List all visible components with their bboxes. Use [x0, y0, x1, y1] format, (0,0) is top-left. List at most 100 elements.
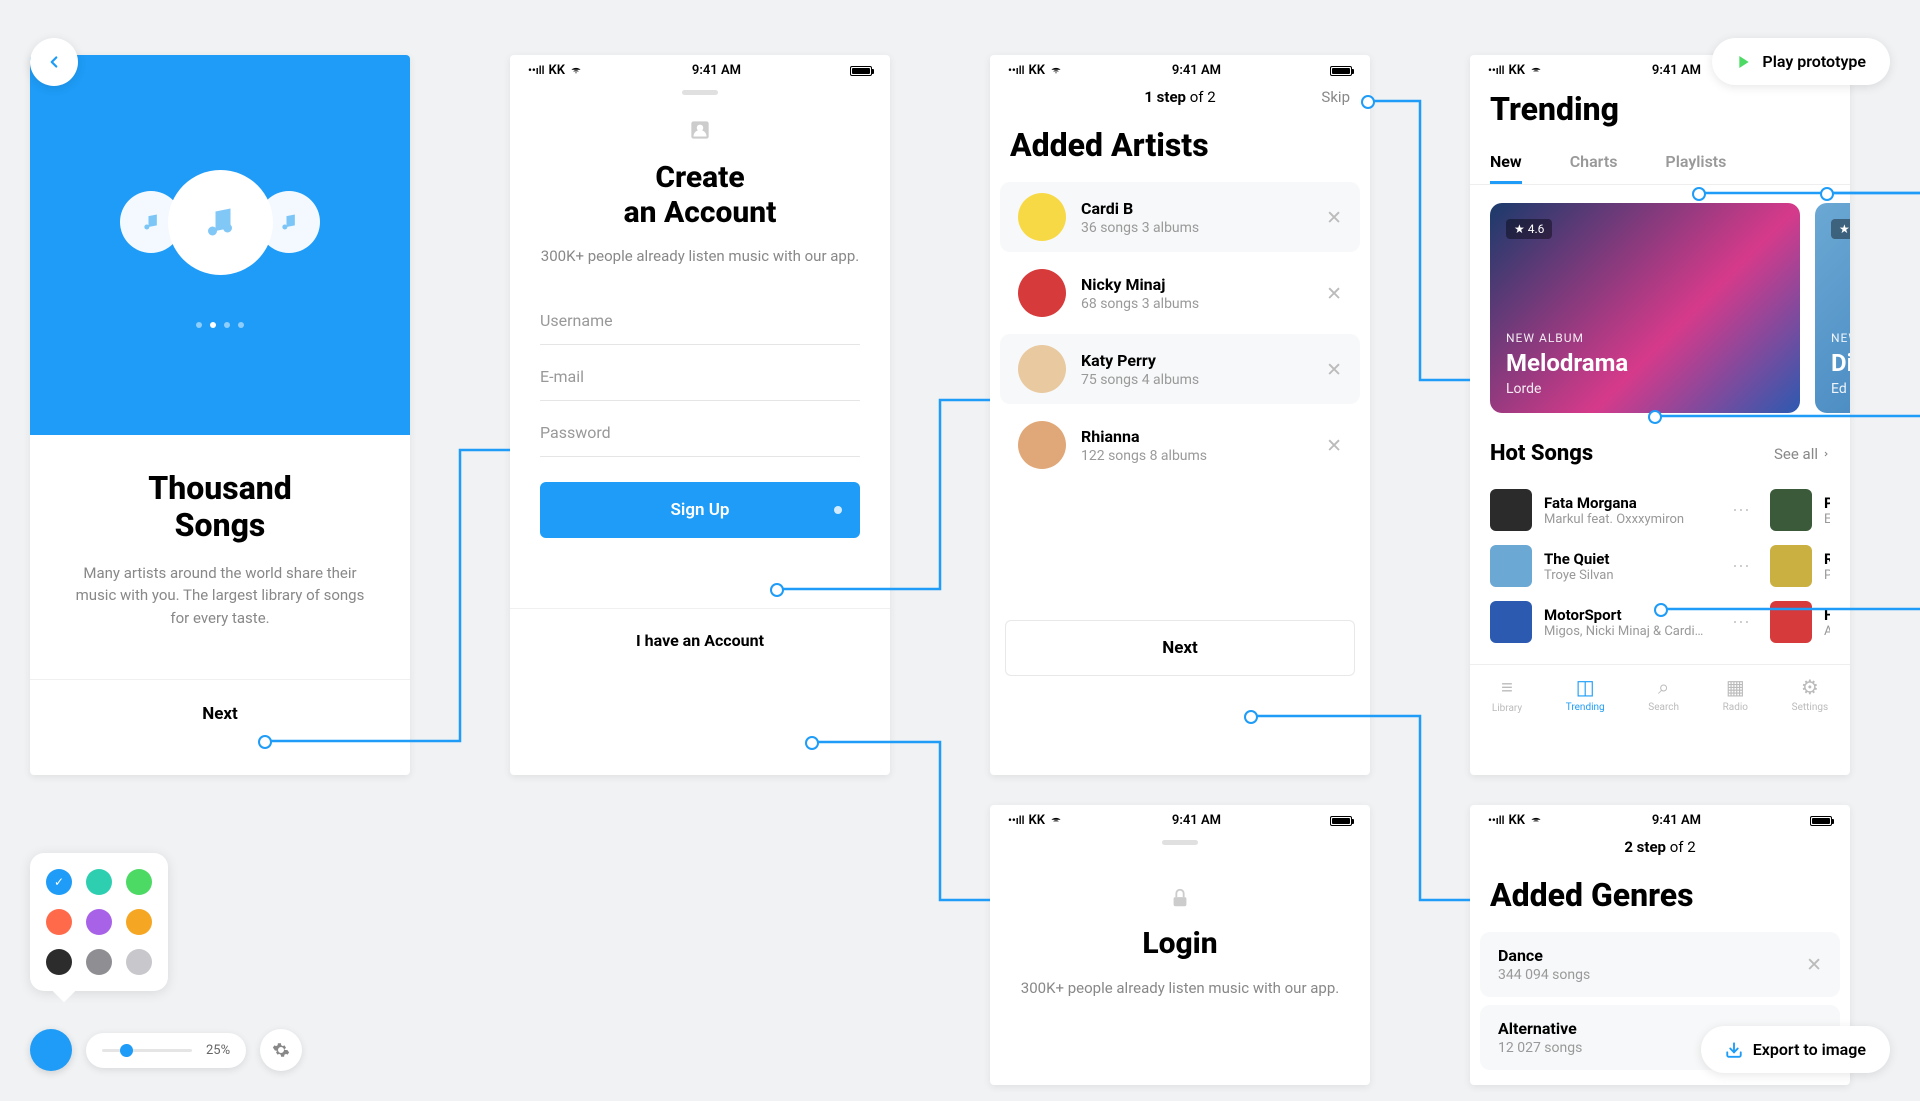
- song-artist: Troye Silvan: [1544, 568, 1720, 583]
- create-account-title: Create an Account: [540, 161, 860, 230]
- artist-row[interactable]: Katy Perry 75 songs 4 albums ✕: [1000, 334, 1360, 404]
- page-dots: [196, 322, 244, 328]
- nav-library[interactable]: ≡Library: [1492, 675, 1522, 714]
- nav-settings[interactable]: ⚙Settings: [1792, 675, 1829, 714]
- password-input[interactable]: Password: [540, 409, 860, 457]
- drag-handle[interactable]: [1162, 840, 1198, 845]
- remove-artist-button[interactable]: ✕: [1326, 282, 1342, 305]
- wifi-icon: [1049, 816, 1063, 826]
- onboarding-hero: [30, 55, 410, 435]
- added-artists-title: Added Artists: [990, 118, 1370, 182]
- export-label: Export to image: [1753, 1040, 1866, 1059]
- genre-name: Alternative: [1498, 1019, 1582, 1038]
- prototype-hotspot[interactable]: [1654, 603, 1668, 617]
- sign-up-button[interactable]: Sign Up: [540, 482, 860, 538]
- wifi-icon: [569, 66, 583, 76]
- remove-artist-button[interactable]: ✕: [1326, 358, 1342, 381]
- remove-artist-button[interactable]: ✕: [1326, 434, 1342, 457]
- genre-name: Dance: [1498, 946, 1590, 965]
- color-swatch[interactable]: [46, 909, 72, 935]
- export-button[interactable]: Export to image: [1701, 1026, 1890, 1073]
- album-card[interactable]: ★ 4.0 NEW Div Ed: [1815, 203, 1850, 413]
- tab-charts[interactable]: Charts: [1570, 142, 1618, 184]
- color-picker-button[interactable]: [30, 1029, 72, 1071]
- step-header: 2 step of 2: [1470, 832, 1850, 868]
- prototype-hotspot[interactable]: [1820, 187, 1834, 201]
- color-swatch[interactable]: [46, 949, 72, 975]
- back-button[interactable]: [30, 38, 78, 86]
- song-row[interactable]: MotorSport Migos, Nicki Minaj & Cardi… ⋯: [1490, 594, 1750, 650]
- color-swatch[interactable]: [86, 909, 112, 935]
- genre-meta: 12 027 songs: [1498, 1040, 1582, 1056]
- color-swatch[interactable]: ✓: [46, 869, 72, 895]
- artist-row[interactable]: Nicky Minaj 68 songs 3 albums ✕: [1000, 258, 1360, 328]
- genre-row[interactable]: Dance 344 094 songs ✕: [1480, 932, 1840, 997]
- song-name: The Quiet: [1544, 550, 1720, 568]
- album-card[interactable]: ★ 4.6 NEW ALBUM Melodrama Lorde: [1490, 203, 1800, 413]
- gear-icon: ⚙: [1801, 675, 1819, 699]
- signal-icon: ••ıll: [528, 64, 544, 77]
- next-button[interactable]: Next: [30, 679, 410, 748]
- song-row[interactable]: H A: [1770, 594, 1830, 650]
- color-swatch[interactable]: [126, 909, 152, 935]
- status-bar: ••ıll KK 9:41 AM: [990, 55, 1370, 82]
- remove-genre-button[interactable]: ✕: [1806, 953, 1822, 976]
- artist-row[interactable]: Cardi B 36 songs 3 albums ✕: [1000, 182, 1360, 252]
- artist-name: Cardi B: [1081, 199, 1311, 218]
- tab-playlists[interactable]: Playlists: [1665, 142, 1726, 184]
- play-prototype-button[interactable]: Play prototype: [1712, 38, 1890, 85]
- song-name: MotorSport: [1544, 606, 1720, 624]
- song-cover: [1770, 545, 1812, 587]
- color-swatch[interactable]: [86, 869, 112, 895]
- artist-name: Nicky Minaj: [1081, 275, 1311, 294]
- prototype-hotspot[interactable]: [770, 583, 784, 597]
- artist-avatar: [1018, 269, 1066, 317]
- color-swatch[interactable]: [126, 949, 152, 975]
- settings-button[interactable]: [260, 1029, 302, 1071]
- prototype-hotspot[interactable]: [1692, 187, 1706, 201]
- see-all-link[interactable]: See all: [1774, 445, 1830, 463]
- song-row[interactable]: P Ec: [1770, 482, 1830, 538]
- song-row[interactable]: The Quiet Troye Silvan ⋯: [1490, 538, 1750, 594]
- color-palette-popover: ✓: [30, 853, 168, 991]
- screen-onboarding: Thousand Songs Many artists around the w…: [30, 55, 410, 775]
- skip-link[interactable]: Skip: [1321, 88, 1350, 106]
- nav-trending[interactable]: ◫Trending: [1566, 675, 1605, 714]
- nav-search[interactable]: ⌕Search: [1648, 675, 1679, 714]
- remove-artist-button[interactable]: ✕: [1326, 206, 1342, 229]
- status-bar: ••ıll KK 9:41 AM: [510, 55, 890, 82]
- email-input[interactable]: E-mail: [540, 353, 860, 401]
- drag-handle[interactable]: [682, 90, 718, 95]
- username-input[interactable]: Username: [540, 297, 860, 345]
- artist-meta: 75 songs 4 albums: [1081, 372, 1311, 388]
- artist-avatar: [1018, 193, 1066, 241]
- have-account-link[interactable]: I have an Account: [510, 608, 890, 672]
- color-swatch[interactable]: [86, 949, 112, 975]
- screen-create-account: ••ıll KK 9:41 AM Create an Account 300K+…: [510, 55, 890, 775]
- prototype-hotspot[interactable]: [805, 736, 819, 750]
- search-icon: ⌕: [1658, 675, 1669, 699]
- nav-radio[interactable]: ▦Radio: [1723, 675, 1748, 714]
- song-row[interactable]: R Pc: [1770, 538, 1830, 594]
- prototype-hotspot[interactable]: [1244, 710, 1258, 724]
- prototype-hotspot[interactable]: [1648, 410, 1662, 424]
- hot-songs-title: Hot Songs: [1490, 441, 1593, 466]
- zoom-label: 25%: [206, 1043, 230, 1058]
- battery-icon: [1330, 816, 1352, 826]
- note-icon: [202, 204, 238, 240]
- color-swatch[interactable]: [126, 869, 152, 895]
- next-button[interactable]: Next: [1005, 620, 1355, 676]
- prototype-hotspot[interactable]: [258, 735, 272, 749]
- song-cover: [1490, 489, 1532, 531]
- prototype-hotspot[interactable]: [1361, 95, 1375, 109]
- more-icon[interactable]: ⋯: [1732, 500, 1750, 521]
- artist-name: Rhianna: [1081, 427, 1311, 446]
- artist-row[interactable]: Rhianna 122 songs 8 albums ✕: [1000, 410, 1360, 480]
- song-row[interactable]: Fata Morgana Markul feat. Oxxxymiron ⋯: [1490, 482, 1750, 538]
- more-icon[interactable]: ⋯: [1732, 556, 1750, 577]
- wifi-icon: [1529, 816, 1543, 826]
- zoom-slider[interactable]: [102, 1049, 192, 1052]
- tab-new[interactable]: New: [1490, 142, 1522, 184]
- song-name: Fata Morgana: [1544, 494, 1720, 512]
- more-icon[interactable]: ⋯: [1732, 612, 1750, 633]
